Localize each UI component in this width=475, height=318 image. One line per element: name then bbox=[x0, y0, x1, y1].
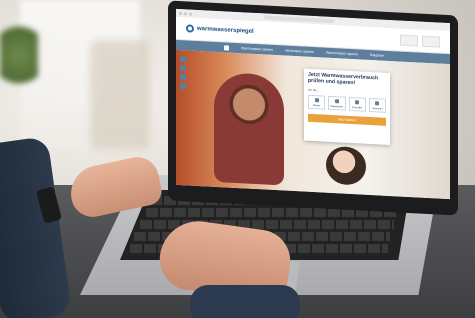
side-tools bbox=[180, 56, 186, 90]
nav-item[interactable]: Heizkosten sparen bbox=[285, 49, 314, 55]
hero-person bbox=[214, 71, 284, 186]
site-logo[interactable]: warmwasserspiegel bbox=[186, 24, 254, 36]
logo-icon bbox=[186, 24, 194, 33]
role-option[interactable]: Mieter bbox=[308, 94, 326, 110]
nav-item[interactable]: Warmwasser sparen bbox=[326, 51, 358, 57]
role-option[interactable]: Verwalter bbox=[348, 96, 366, 112]
right-sleeve bbox=[190, 285, 300, 318]
hero-child bbox=[326, 145, 366, 186]
role-option[interactable]: Eigentümer bbox=[328, 95, 346, 111]
photo-scene: warmwasserspiegel Warmwasser sparen Heiz… bbox=[0, 0, 475, 318]
nav-item[interactable]: Ratgeber bbox=[370, 53, 384, 58]
laptop-lid: warmwasserspiegel Warmwasser sparen Heiz… bbox=[168, 0, 458, 216]
laptop-screen: warmwasserspiegel Warmwasser sparen Heiz… bbox=[176, 8, 450, 200]
card-title: Jetzt Warmwasserverbrauch prüfen und spa… bbox=[308, 71, 379, 87]
role-options: Mieter Eigentümer Verwalter Vermieter bbox=[308, 94, 386, 113]
hero-image: Jetzt Warmwasserverbrauch prüfen und spa… bbox=[176, 49, 450, 200]
home-icon[interactable] bbox=[224, 44, 229, 51]
role-option[interactable]: Vermieter bbox=[368, 97, 386, 113]
nav-item[interactable]: Warmwasser sparen bbox=[241, 46, 273, 52]
start-button[interactable]: Jetzt starten bbox=[308, 113, 386, 126]
background-plant bbox=[0, 20, 38, 90]
background-chair bbox=[90, 40, 150, 150]
calculator-card: Jetzt Warmwasserverbrauch prüfen und spa… bbox=[304, 68, 390, 146]
brand-name: warmwasserspiegel bbox=[197, 25, 254, 35]
partner-logos bbox=[400, 34, 440, 48]
